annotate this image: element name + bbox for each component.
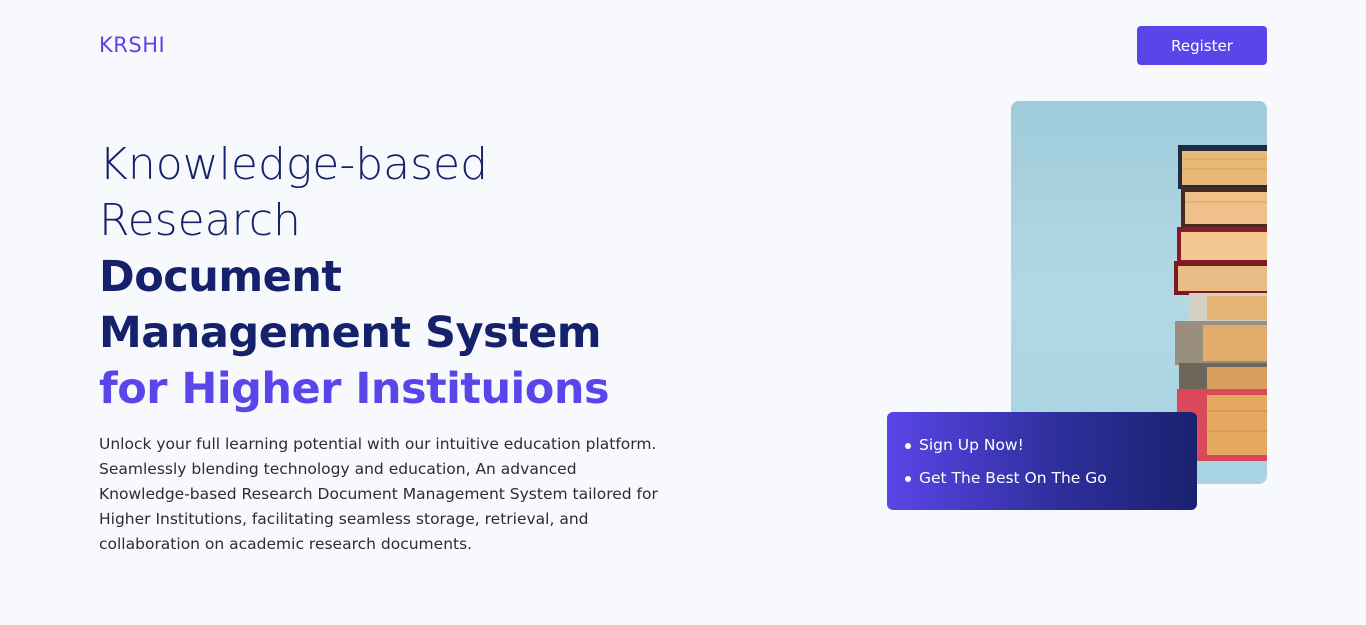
quick-link-get-best[interactable]: Get The Best On The Go: [905, 462, 1179, 495]
hero-title-line: Document: [99, 252, 342, 302]
quick-links-card: Sign Up Now! Get The Best On The Go: [887, 412, 1197, 510]
quick-link-label: Sign Up Now!: [919, 436, 1024, 454]
hero-title-line: Research: [99, 195, 301, 246]
register-button[interactable]: Register: [1137, 26, 1267, 65]
bullet-dot-icon: [905, 475, 911, 482]
hero-description: Unlock your full learning potential with…: [99, 435, 658, 553]
quick-links-list: Sign Up Now! Get The Best On The Go: [905, 429, 1179, 495]
hero-title-line: Knowledge-based: [99, 139, 489, 190]
quick-link-label: Get The Best On The Go: [919, 469, 1107, 487]
hero-title-line: Management System: [99, 308, 602, 358]
hero-title: Knowledge-based Research Document Manage…: [99, 137, 719, 417]
bullet-dot-icon: [905, 442, 911, 449]
quick-link-sign-up[interactable]: Sign Up Now!: [905, 429, 1179, 462]
hero-title-accent-line: for Higher Instituions: [99, 364, 610, 414]
brand-logo[interactable]: KRSHI: [99, 33, 165, 57]
